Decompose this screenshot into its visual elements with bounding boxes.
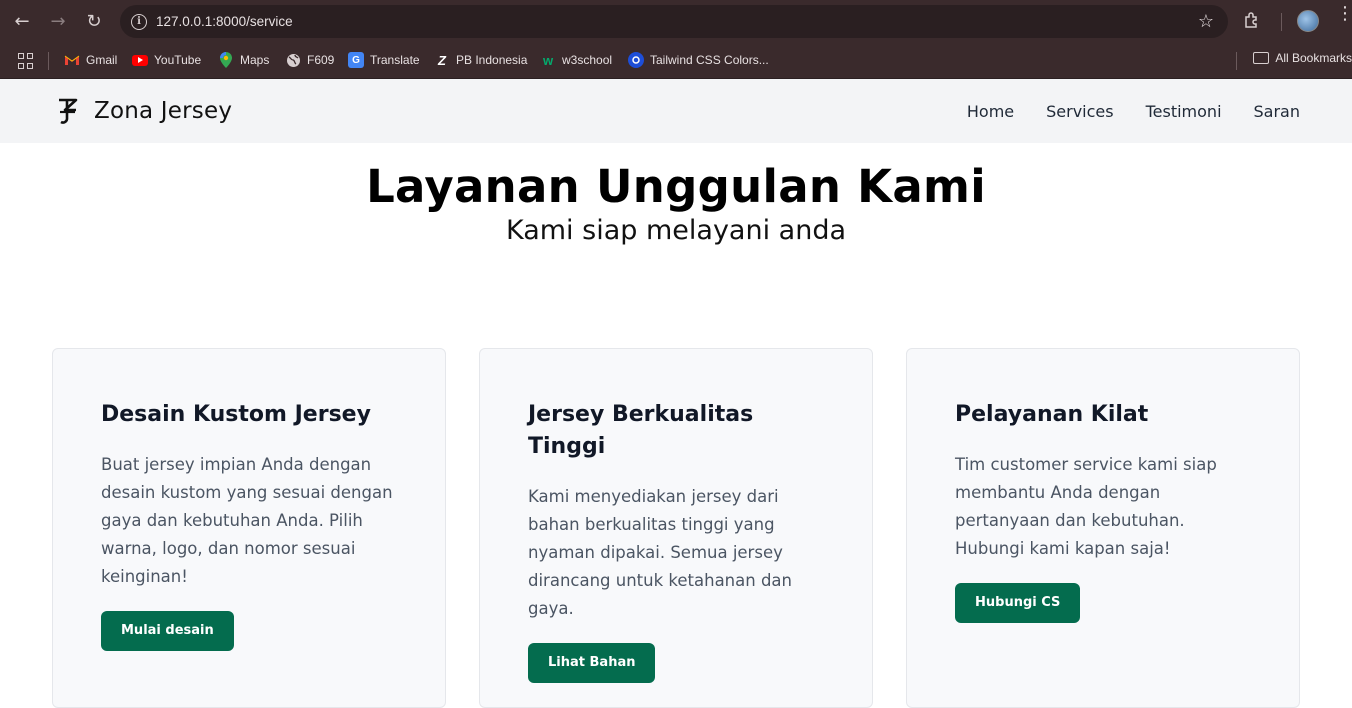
bookmark-gmail[interactable]: Gmail <box>64 51 117 69</box>
w3school-icon: w <box>542 52 554 68</box>
folder-icon <box>1253 52 1270 64</box>
more-menu-icon[interactable]: ⋮ <box>1336 5 1352 23</box>
tailwind-icon <box>628 52 644 68</box>
bookmark-label: Maps <box>240 53 270 67</box>
card-title: Pelayanan Kilat <box>955 402 1149 427</box>
forward-arrow-icon[interactable]: → <box>40 3 76 39</box>
bookmark-label: Gmail <box>86 53 118 67</box>
reload-icon[interactable]: ↻ <box>76 3 112 39</box>
view-material-button[interactable]: Lihat Bahan <box>528 643 656 683</box>
profile-avatar[interactable] <box>1297 10 1319 32</box>
brand-logo-icon <box>59 98 78 124</box>
gmail-icon <box>64 52 80 68</box>
bookmarks-bar: Gmail YouTube Maps F609 G Translate Z PB… <box>0 42 1352 79</box>
bookmark-star-icon[interactable]: ☆ <box>1198 11 1214 32</box>
service-card-custom-design: Desain Kustom Jersey Buat jersey impian … <box>52 348 446 708</box>
brand-name: Zona Jersey <box>94 98 233 124</box>
apps-grid-icon[interactable] <box>18 53 34 69</box>
bookmark-label: Translate <box>370 53 420 67</box>
card-text: Tim customer service kami siap membantu … <box>955 455 1217 558</box>
back-arrow-icon[interactable]: ← <box>4 3 40 39</box>
hero-section: Layanan Unggulan Kami Kami siap melayani… <box>0 143 1352 248</box>
nav-testimoni[interactable]: Testimoni <box>1146 102 1222 121</box>
extensions-icon[interactable] <box>1243 11 1263 31</box>
service-card-fast-service: Pelayanan Kilat Tim customer service kam… <box>906 348 1300 708</box>
bookmarks-divider <box>48 52 49 70</box>
page-subtitle: Kami siap melayani anda <box>505 215 847 246</box>
nav-links: Home Services Testimoni Saran <box>967 102 1300 121</box>
service-card-quality: Jersey Berkualitas Tinggi Kami menyediak… <box>479 348 873 708</box>
bookmarks-divider <box>1236 52 1237 70</box>
translate-icon: G <box>348 52 364 68</box>
page-title: Layanan Unggulan Kami <box>366 160 986 213</box>
toolbar-divider <box>1281 13 1282 31</box>
card-text: Buat jersey impian Anda dengan desain ku… <box>101 455 393 586</box>
bookmark-label: YouTube <box>154 53 202 67</box>
bookmark-label: Tailwind CSS Colors... <box>650 53 769 67</box>
youtube-icon <box>132 54 148 66</box>
bookmark-pb-indonesia[interactable]: Z PB Indonesia <box>434 51 527 69</box>
bookmark-tailwind[interactable]: Tailwind CSS Colors... <box>628 51 769 69</box>
start-design-button[interactable]: Mulai desain <box>101 611 234 651</box>
brand-link[interactable]: Zona Jersey <box>56 95 232 127</box>
service-cards: Desain Kustom Jersey Buat jersey impian … <box>52 348 1300 708</box>
bookmark-translate[interactable]: G Translate <box>348 51 420 69</box>
bookmark-label: PB Indonesia <box>456 53 528 67</box>
site-info-icon[interactable]: i <box>122 13 156 30</box>
all-bookmarks-label: All Bookmarks <box>1275 51 1352 65</box>
pb-indonesia-icon: Z <box>438 52 446 68</box>
bookmark-label: F609 <box>307 53 335 67</box>
nav-services[interactable]: Services <box>1046 102 1113 121</box>
maps-icon <box>218 52 234 68</box>
contact-cs-button[interactable]: Hubungi CS <box>955 583 1081 623</box>
bookmark-label: w3school <box>562 53 613 67</box>
card-title: Jersey Berkualitas Tinggi <box>528 402 754 459</box>
globe-icon <box>285 52 301 68</box>
site-navbar: Zona Jersey Home Services Testimoni Sara… <box>0 79 1352 143</box>
card-text: Kami menyediakan jersey dari bahan berku… <box>528 487 792 618</box>
bookmark-f609[interactable]: F609 <box>285 51 334 69</box>
bookmark-w3school[interactable]: w w3school <box>540 51 612 69</box>
browser-toolbar: ← → ↻ i 127.0.0.1:8000/service ☆ ⋮ <box>0 0 1352 42</box>
address-bar[interactable]: i 127.0.0.1:8000/service ☆ <box>120 5 1228 38</box>
card-title: Desain Kustom Jersey <box>101 402 371 427</box>
bookmark-maps[interactable]: Maps <box>218 51 269 69</box>
url-text[interactable]: 127.0.0.1:8000/service <box>156 14 293 29</box>
bookmark-youtube[interactable]: YouTube <box>132 51 201 69</box>
all-bookmarks-button[interactable]: All Bookmarks <box>1253 51 1352 65</box>
nav-home[interactable]: Home <box>967 102 1014 121</box>
nav-saran[interactable]: Saran <box>1254 102 1300 121</box>
